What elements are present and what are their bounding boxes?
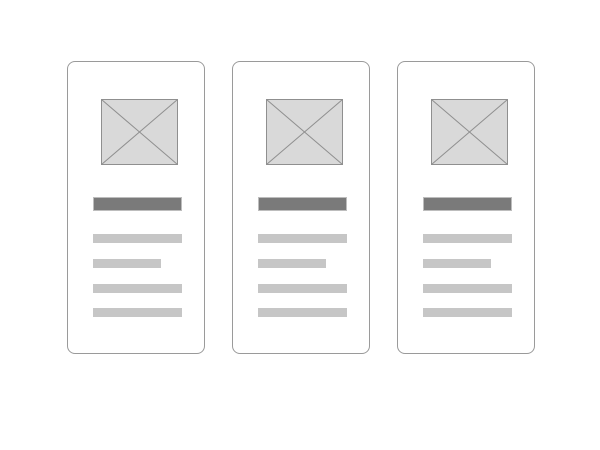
text-line-placeholder	[258, 259, 326, 268]
text-line-placeholder	[423, 308, 512, 317]
image-placeholder-icon	[266, 99, 343, 165]
title-placeholder	[258, 197, 347, 211]
wireframe-card	[232, 61, 370, 354]
image-placeholder-icon	[101, 99, 178, 165]
title-placeholder	[93, 197, 182, 211]
text-line-placeholder	[93, 234, 182, 243]
wireframe-card	[397, 61, 535, 354]
title-placeholder	[423, 197, 512, 211]
image-placeholder-icon	[431, 99, 508, 165]
text-line-placeholder	[258, 308, 347, 317]
text-line-placeholder	[93, 308, 182, 317]
text-line-placeholder	[423, 284, 512, 293]
text-line-placeholder	[423, 259, 491, 268]
wireframe-card	[67, 61, 205, 354]
text-line-placeholder	[93, 284, 182, 293]
text-line-placeholder	[423, 234, 512, 243]
text-line-placeholder	[258, 284, 347, 293]
text-line-placeholder	[258, 234, 347, 243]
text-line-placeholder	[93, 259, 161, 268]
